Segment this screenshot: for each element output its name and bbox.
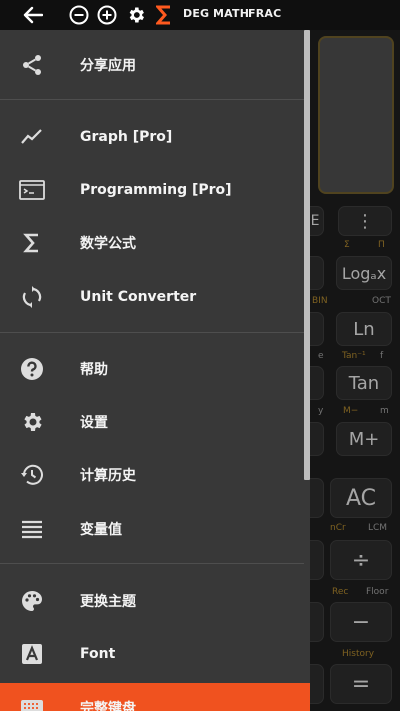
drawer-item-full-keyboard[interactable]: 完整键盘 [0,683,310,711]
keyboard-icon [18,694,46,711]
terminal-icon [18,176,46,204]
drawer-scrim[interactable] [310,30,400,711]
drawer-item-label: 变量值 [80,522,122,538]
drawer-item-math-formulas[interactable]: 数学公式 [0,218,300,268]
drawer-item-variables[interactable]: 变量值 [0,504,300,554]
sync-icon [18,283,46,311]
share-icon [18,51,46,79]
drawer-divider [0,99,304,100]
display-mode-math[interactable]: MATH [213,7,249,20]
drawer-item-label: 帮助 [80,362,108,378]
top-toolbar: DEG MATH FRAC [0,0,400,30]
graph-icon [18,123,46,151]
drawer-item-label: 完整键盘 [80,701,136,711]
palette-icon [18,587,46,615]
drawer-item-label: 设置 [80,415,108,431]
drawer-item-label: Programming [Pro] [80,182,232,198]
history-icon [18,461,46,489]
result-mode-frac[interactable]: FRAC [248,7,281,20]
settings-gear-icon[interactable] [124,3,148,27]
list-icon [18,515,46,543]
drawer-item-label: 分享应用 [80,58,136,74]
help-icon [18,355,46,383]
drawer-item-label: Graph [Pro] [80,129,173,145]
drawer-item-graph[interactable]: Graph [Pro] [0,112,300,162]
drawer-item-font[interactable]: Font [0,629,300,679]
drawer-item-label: 更换主题 [80,594,136,610]
drawer-item-settings[interactable]: 设置 [0,397,300,447]
drawer-item-history[interactable]: 计算历史 [0,450,300,500]
drawer-divider [0,563,304,564]
drawer-divider [0,332,304,333]
drawer-item-label: 数学公式 [80,236,136,252]
back-arrow-icon[interactable] [20,3,46,27]
drawer-item-share[interactable]: 分享应用 [0,40,300,90]
sigma-icon [18,229,46,257]
angle-mode-deg[interactable]: DEG [183,7,209,20]
drawer-item-label: Font [80,646,116,662]
drawer-item-theme[interactable]: 更换主题 [0,576,300,626]
drawer-item-label: 计算历史 [80,468,136,484]
font-icon [18,640,46,668]
minus-circle-icon[interactable] [68,3,90,27]
drawer-item-help[interactable]: 帮助 [0,344,300,394]
drawer-item-programming[interactable]: Programming [Pro] [0,165,300,215]
plus-circle-icon[interactable] [96,3,118,27]
navigation-drawer: 分享应用 Graph [Pro] Programming [Pro] 数学公式 … [0,30,310,711]
drawer-item-label: Unit Converter [80,289,197,305]
gear-icon [18,408,46,436]
sigma-icon[interactable] [154,3,174,27]
drawer-scrollbar[interactable] [304,30,310,480]
drawer-item-unit-converter[interactable]: Unit Converter [0,272,300,322]
